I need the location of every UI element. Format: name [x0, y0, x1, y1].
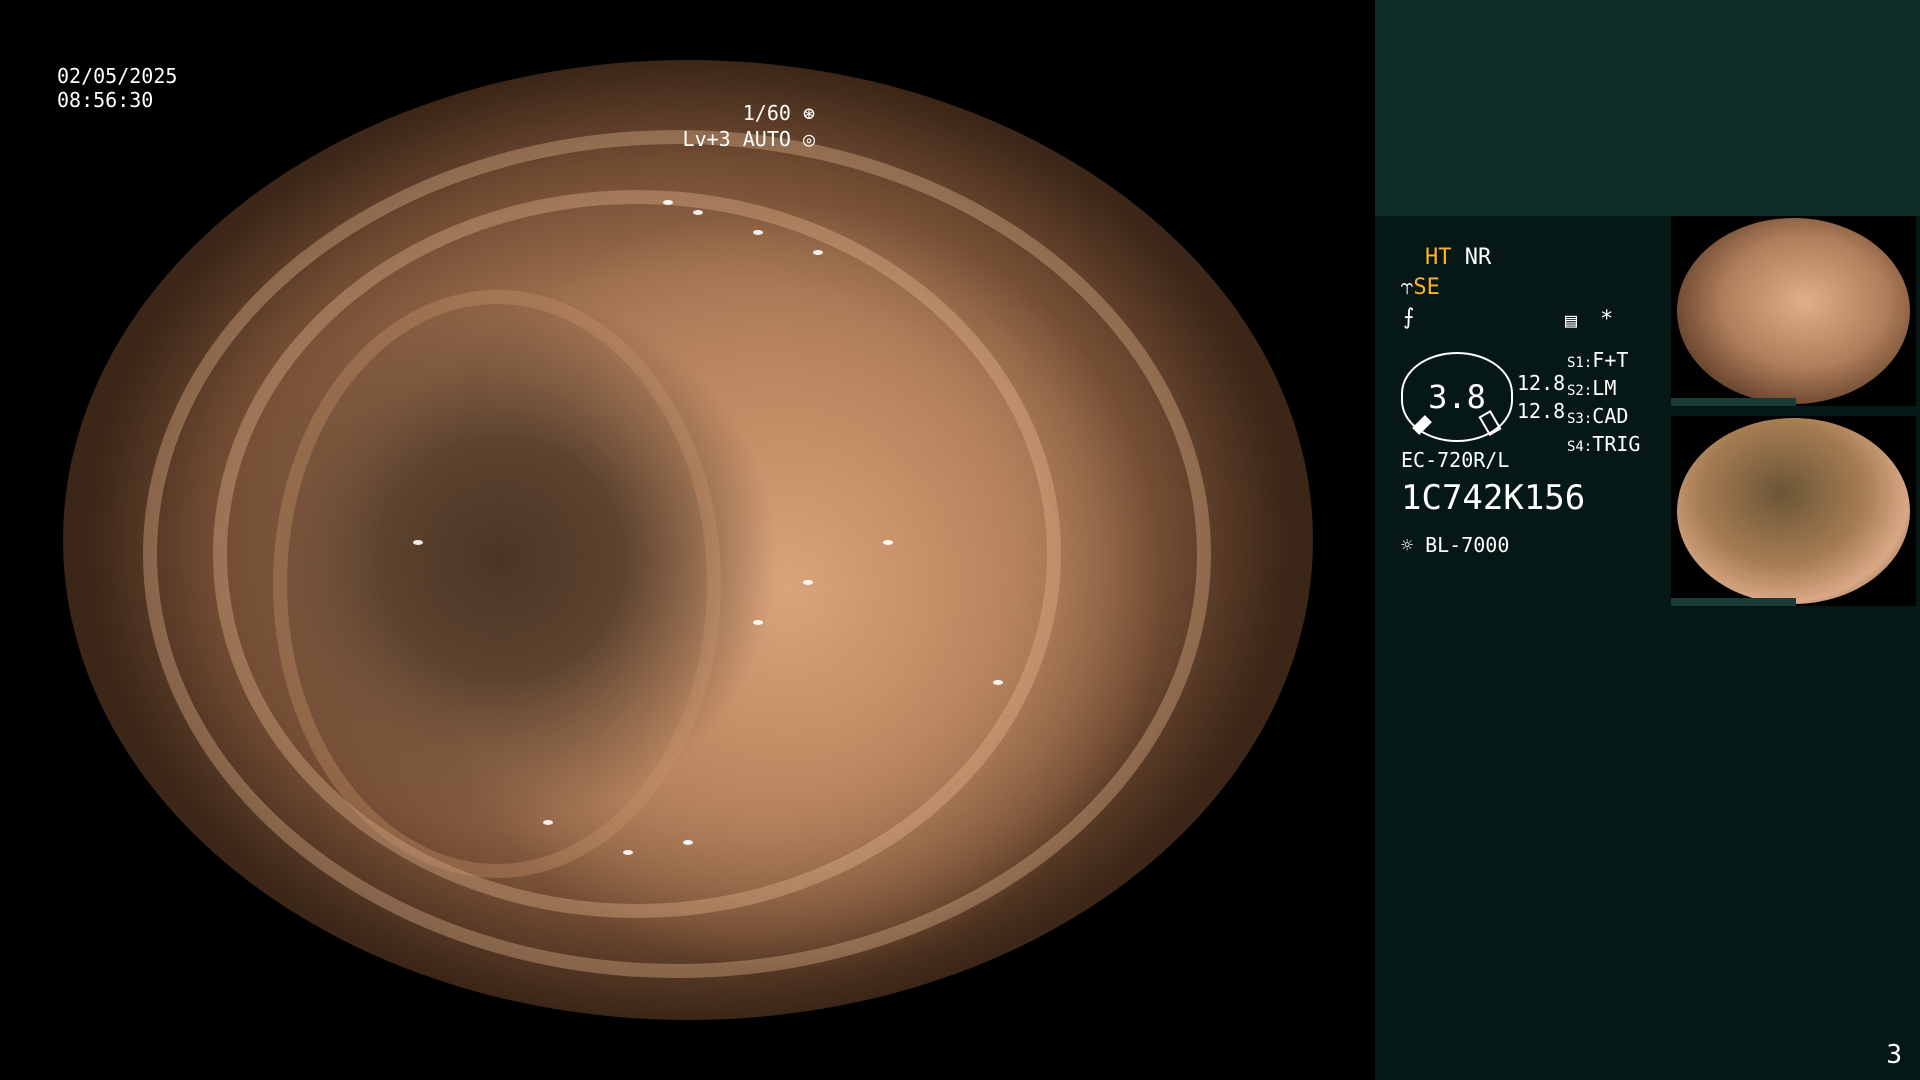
light-bulb-icon: ☼	[1401, 533, 1414, 557]
light-source-model: BL-7000	[1425, 533, 1510, 557]
mode-row-2: ⥾SE	[1401, 275, 1440, 301]
se-indicator: SE	[1413, 275, 1440, 300]
switch-value: F+T	[1592, 348, 1629, 372]
light-reflection	[693, 210, 703, 215]
info-panel: HT NR ⥾SE ⨍ ▤ * 3.8 12.8 12.8 S1:F+T S2:…	[1375, 0, 1920, 1080]
endoscopic-image-frame	[0, 60, 1375, 1020]
switch-key: S2:	[1567, 383, 1593, 399]
switch-value: TRIG	[1592, 432, 1641, 456]
scope-serial: 1C742K156	[1401, 478, 1586, 518]
switch-key: S3:	[1567, 411, 1593, 427]
switch-value: LM	[1592, 376, 1617, 400]
light-reflection	[813, 250, 823, 255]
light-reflection	[683, 840, 693, 845]
panel-header	[1375, 0, 1920, 216]
switch-item: S1:F+T	[1567, 348, 1640, 376]
readout-1: 12.8	[1517, 371, 1566, 395]
page-number: 3	[1886, 1040, 1902, 1070]
thumbnail-image	[1677, 418, 1910, 604]
thumbnail-bar	[1671, 398, 1796, 406]
gauge-value: 3.8	[1428, 378, 1486, 416]
exposure-overlay: 1/60 ⊛ Lv+3 AUTO ◎	[683, 100, 815, 152]
time-text: 08:56:30	[57, 88, 154, 112]
switch-item: S3:CAD	[1567, 404, 1640, 432]
light-reflection	[543, 820, 553, 825]
light-reflection	[413, 540, 423, 545]
auto-iris-icon: ◎	[802, 127, 815, 151]
gauge-left-marker	[1412, 415, 1432, 435]
light-reflection	[663, 200, 673, 205]
freeze-icon: ⨍	[1403, 305, 1415, 330]
shutter-icon: ⊛	[802, 101, 815, 125]
structure-enhance-icon: ⥾	[1401, 275, 1414, 300]
thumbnail-bar	[1671, 598, 1796, 606]
switch-key: S4:	[1567, 439, 1593, 455]
light-source-row: ☼ BL-7000	[1401, 532, 1509, 558]
endoscopic-image	[63, 60, 1313, 1020]
datetime-overlay: 02/05/2025 08:56:30	[57, 64, 177, 112]
thumbnail-2[interactable]	[1671, 416, 1916, 606]
switch-list: S1:F+T S2:LM S3:CAD S4:TRIG	[1567, 348, 1640, 460]
thumbnail-image	[1677, 218, 1910, 404]
light-reflection	[753, 230, 763, 235]
brightness-level-text: Lv+3 AUTO	[682, 127, 791, 151]
switch-item: S4:TRIG	[1567, 432, 1640, 460]
switch-item: S2:LM	[1567, 376, 1640, 404]
readout-2: 12.8	[1517, 399, 1566, 423]
light-reflection	[883, 540, 893, 545]
zoom-gauge: 3.8	[1401, 352, 1513, 442]
switch-key: S1:	[1567, 355, 1593, 371]
memo-icon: ▤	[1565, 308, 1578, 332]
mucosal-fold	[273, 290, 721, 878]
nr-indicator: NR	[1464, 245, 1492, 270]
date-text: 02/05/2025	[57, 64, 178, 88]
light-reflection	[803, 580, 813, 585]
mode-row-1: HT NR	[1425, 245, 1491, 271]
thumbnail-1[interactable]	[1671, 216, 1916, 406]
light-reflection	[753, 620, 763, 625]
ht-indicator: HT	[1425, 245, 1452, 270]
switch-value: CAD	[1592, 404, 1629, 428]
endoscope-viewport: 02/05/2025 08:56:30 1/60 ⊛ Lv+3 AUTO ◎	[0, 0, 1375, 1080]
shutter-speed-text: 1/60	[742, 101, 791, 125]
light-reflection	[993, 680, 1003, 685]
asterisk-indicator: *	[1600, 307, 1614, 332]
light-reflection	[623, 850, 633, 855]
scope-model: EC-720R/L	[1401, 448, 1510, 472]
